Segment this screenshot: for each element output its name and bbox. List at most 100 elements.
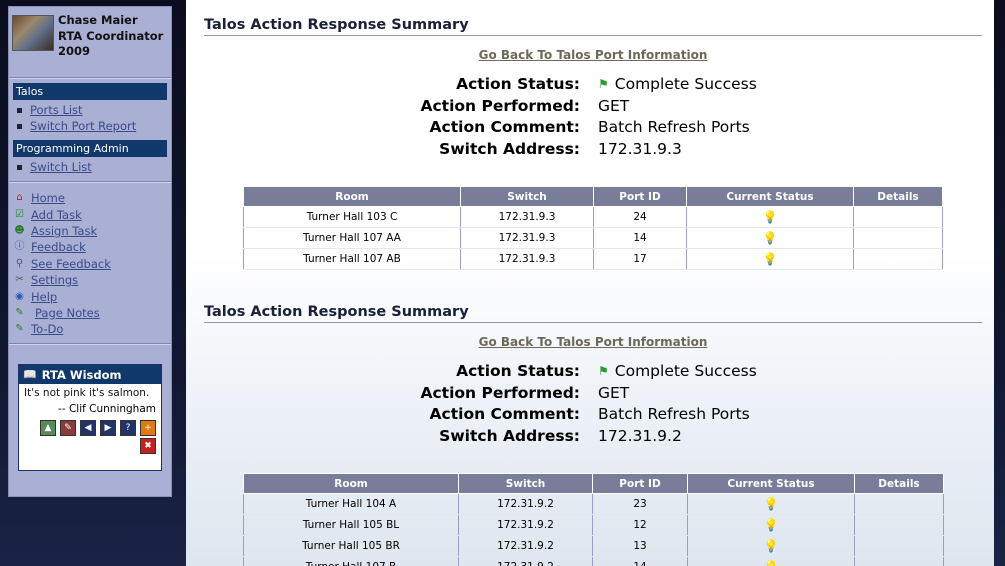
settings-link[interactable]: Settings: [31, 273, 78, 287]
add-quote-icon[interactable]: ▲: [40, 419, 56, 436]
nav-item-add-task[interactable]: ☑ Add Task: [9, 206, 171, 222]
column-header-switch[interactable]: Switch: [458, 473, 593, 494]
wisdom-quote: It's not pink it's salmon.: [24, 387, 150, 399]
nav-item-see-feedback[interactable]: ⚲ See Feedback: [9, 256, 171, 272]
nav-item-to-do[interactable]: ✎ To-Do: [9, 321, 171, 337]
field-value-wrap: ⚑ Complete Success: [580, 75, 757, 93]
nav-item-assign-task[interactable]: ☻ Assign Task: [9, 223, 171, 239]
cell-status: 💡: [687, 514, 855, 536]
wisdom-toolbar-row2: ✖: [19, 436, 161, 454]
cell-status: 💡: [687, 556, 855, 566]
help-link[interactable]: Help: [31, 290, 57, 304]
field-value-wrap: ⚑ Complete Success: [580, 362, 757, 380]
book-icon: 📖: [23, 368, 37, 381]
plus-icon[interactable]: +: [140, 419, 156, 436]
column-header-port-id[interactable]: Port ID: [593, 186, 687, 207]
cell-switch: 172.31.9.2: [458, 556, 593, 566]
sidebar-item-switch-port-report[interactable]: Switch Port Report: [9, 118, 171, 134]
cell-status: 💡: [686, 227, 854, 249]
assign-task-link[interactable]: Assign Task: [31, 224, 97, 238]
section-header-talos: Talos: [13, 83, 167, 100]
home-link[interactable]: Home: [31, 191, 65, 205]
lightbulb-icon[interactable]: 💡: [763, 210, 778, 224]
column-header-details[interactable]: Details: [853, 186, 943, 207]
table-row: Turner Hall 105 BL 172.31.9.2 12 💡: [243, 514, 944, 536]
info-icon: ⓘ: [14, 241, 25, 253]
cell-room: Turner Hall 107 B: [243, 556, 459, 566]
column-header-room[interactable]: Room: [243, 186, 461, 207]
delete-icon[interactable]: ✖: [140, 437, 156, 454]
lightbulb-icon[interactable]: 💡: [764, 518, 779, 532]
wrench-icon: ✂: [15, 274, 24, 286]
section-header-programming-admin: Programming Admin: [13, 140, 167, 157]
user-role: RTA Coordinator: [58, 28, 164, 43]
summary-title: Talos Action Response Summary: [204, 304, 982, 323]
nav-item-home[interactable]: ⌂ Home: [9, 190, 171, 206]
edit-quote-icon[interactable]: ✎: [60, 419, 76, 436]
field-switch-address: Switch Address: 172.31.9.3: [204, 138, 982, 160]
main-content: Talos Action Response Summary Go Back To…: [186, 0, 994, 566]
column-header-details[interactable]: Details: [854, 473, 944, 494]
cell-room: Turner Hall 107 AA: [243, 227, 461, 249]
field-key: Action Status:: [456, 361, 580, 380]
cell-details: [853, 227, 943, 249]
lightbulb-icon[interactable]: 💡: [764, 497, 779, 511]
cell-room: Turner Hall 104 A: [243, 493, 459, 515]
lightbulb-icon[interactable]: 💡: [763, 252, 778, 266]
lightbulb-icon[interactable]: 💡: [763, 231, 778, 245]
ports-table-1: Room Switch Port ID Current Status Detai…: [243, 186, 943, 270]
cell-details: [853, 206, 943, 228]
field-action-performed: Action Performed: GET: [204, 382, 982, 404]
feedback-link[interactable]: Feedback: [31, 240, 86, 254]
cell-room: Turner Hall 105 BR: [243, 535, 459, 557]
table-row: Turner Hall 107 B 172.31.9.2 14 💡: [243, 556, 944, 566]
field-value: 172.31.9.3: [598, 139, 682, 158]
lightbulb-icon[interactable]: 💡: [764, 560, 779, 566]
wisdom-author: -- Clif Cunningham: [58, 402, 156, 415]
column-header-current-status[interactable]: Current Status: [686, 186, 854, 207]
notepad-icon: ✎: [15, 306, 24, 318]
page-notes-link[interactable]: Page Notes: [35, 306, 100, 320]
add-task-link[interactable]: Add Task: [31, 208, 82, 222]
help-icon: ◉: [15, 290, 24, 302]
cell-port-id: 23: [592, 493, 688, 515]
user-name: Chase Maier: [58, 13, 138, 27]
checkmark-icon: ☑: [15, 208, 24, 220]
see-feedback-link[interactable]: See Feedback: [31, 257, 111, 271]
cell-room: Turner Hall 105 BL: [243, 514, 459, 536]
wisdom-toolbar: ▲ ✎ ◀ ▶ ? +: [19, 415, 161, 436]
action-summary-1: Talos Action Response Summary Go Back To…: [204, 17, 982, 160]
back-to-port-info-link[interactable]: Go Back To Talos Port Information: [204, 48, 982, 62]
field-action-status: Action Status: ⚑ Complete Success: [204, 73, 982, 95]
column-header-switch[interactable]: Switch: [460, 186, 594, 207]
nav-item-page-notes[interactable]: ✎ Page Notes: [9, 305, 171, 321]
nav-item-feedback[interactable]: ⓘ Feedback: [9, 239, 171, 255]
sidebar-item-switch-list[interactable]: Switch List: [9, 159, 171, 175]
avatar: [12, 15, 54, 51]
previous-icon[interactable]: ◀: [80, 419, 96, 436]
cell-details: [854, 493, 944, 515]
column-header-port-id[interactable]: Port ID: [592, 473, 688, 494]
switch-port-report-link[interactable]: Switch Port Report: [30, 119, 136, 133]
cell-port-id: 13: [592, 535, 688, 557]
cell-status: 💡: [686, 248, 854, 270]
column-header-room[interactable]: Room: [243, 473, 459, 494]
field-value: Batch Refresh Ports: [598, 405, 750, 424]
switch-list-link[interactable]: Switch List: [30, 160, 92, 174]
sidebar-item-ports-list[interactable]: Ports List: [9, 102, 171, 118]
table-row: Turner Hall 107 AB 172.31.9.3 17 💡: [243, 248, 943, 270]
user-year: 2009: [58, 44, 91, 58]
back-to-port-info-link[interactable]: Go Back To Talos Port Information: [204, 335, 982, 349]
nav-item-help[interactable]: ◉ Help: [9, 288, 171, 304]
ports-list-link[interactable]: Ports List: [30, 103, 83, 117]
column-header-current-status[interactable]: Current Status: [687, 473, 855, 494]
divider: [9, 343, 171, 345]
cell-details: [854, 514, 944, 536]
next-icon[interactable]: ▶: [100, 419, 116, 436]
field-key: Action Performed:: [420, 96, 581, 115]
help-icon[interactable]: ?: [120, 419, 136, 436]
cell-details: [853, 248, 943, 270]
nav-item-settings[interactable]: ✂ Settings: [9, 272, 171, 288]
lightbulb-icon[interactable]: 💡: [764, 539, 779, 553]
to-do-link[interactable]: To-Do: [31, 322, 63, 336]
